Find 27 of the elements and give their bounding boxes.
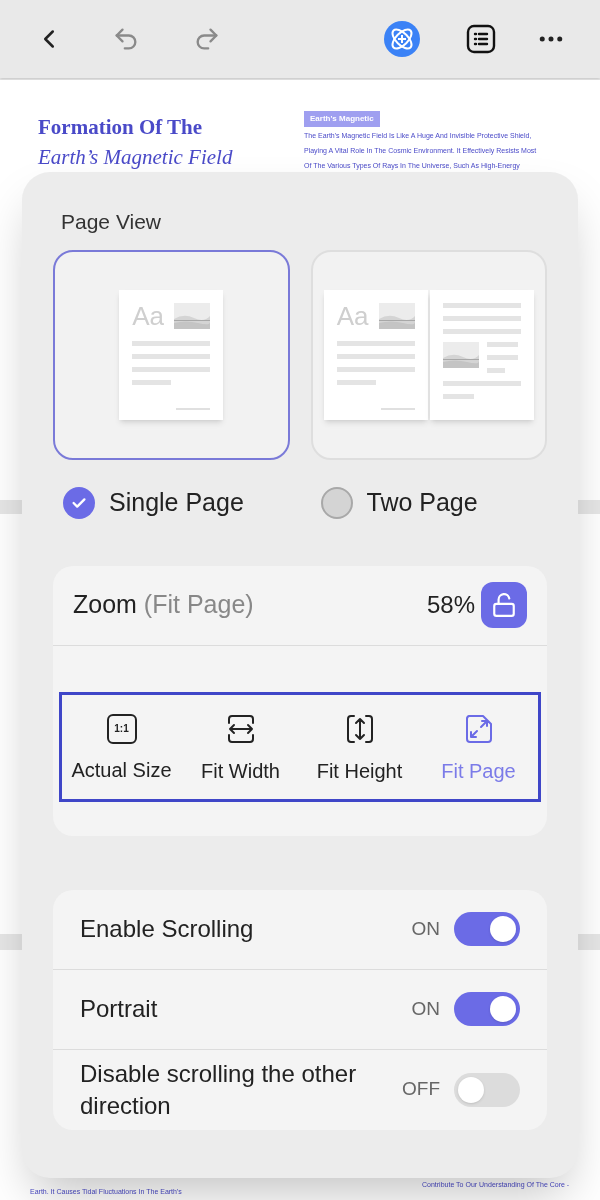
radio-button[interactable] [320, 486, 353, 519]
unlock-icon [491, 592, 517, 618]
setting-label: Disable scrolling the other direction [80, 1058, 358, 1121]
zoom-value: 58% [426, 590, 475, 620]
setting-label: Enable Scrolling [80, 914, 254, 944]
toggle-switch[interactable] [454, 1072, 520, 1107]
document-tag: Earth's Magnetic [304, 111, 380, 127]
zoom-label: Zoom (Fit Page) [73, 589, 254, 621]
toggle-state: ON [411, 996, 440, 1021]
list-icon[interactable] [466, 24, 496, 54]
zoom-option[interactable]: 1:1 Actual Size [62, 713, 181, 780]
zoom-option[interactable]: Fit Width [181, 712, 300, 781]
radio-button[interactable] [63, 486, 95, 519]
setting-label: Portrait [80, 994, 158, 1024]
document-subtitle: Earth’s Magnetic Field [38, 144, 233, 171]
toggle-switch[interactable] [454, 992, 520, 1026]
toggle-state: ON [411, 916, 440, 941]
document-title: Formation Of The [38, 114, 204, 141]
zoom-option[interactable]: Fit Height [300, 712, 419, 781]
toggle-switch[interactable] [454, 912, 520, 946]
radio-label: Two Page [366, 487, 478, 518]
ai-assistant-icon[interactable] [382, 19, 422, 59]
zoom-lock-button[interactable] [481, 582, 527, 628]
toggle-state: OFF [402, 1077, 440, 1102]
radio-label: Single Page [109, 487, 244, 518]
panel-title: Page View [61, 209, 162, 235]
actual-size-icon: 1:1 [106, 713, 137, 744]
